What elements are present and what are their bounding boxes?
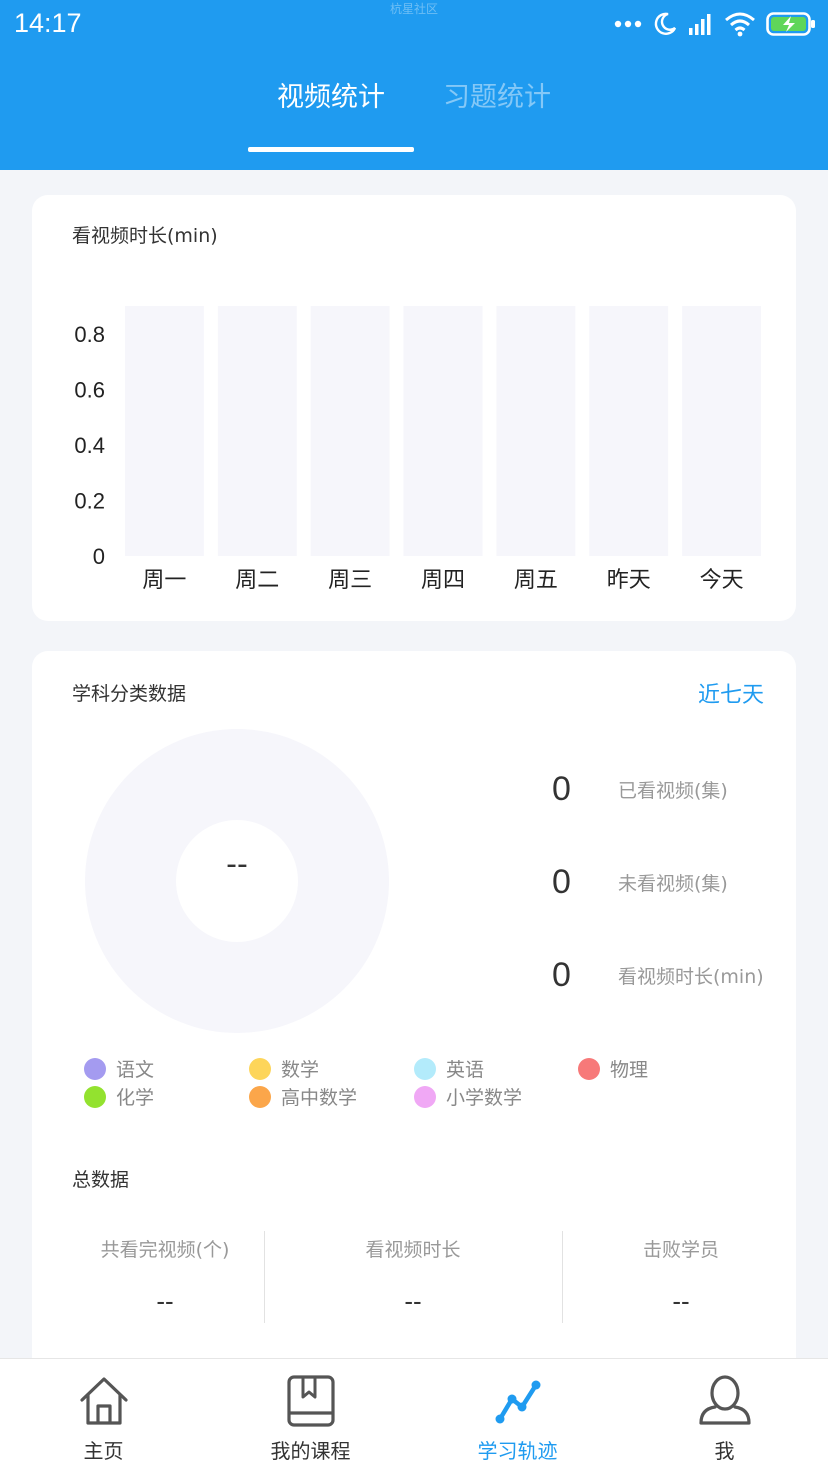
- y-tick-label: 0: [93, 544, 105, 569]
- y-tick-label: 0.2: [74, 488, 105, 513]
- app-header: 14:17 杭星社区 视频统计 习题统计: [0, 0, 828, 170]
- divider: [562, 1231, 563, 1323]
- bottom-nav: 主页 我的课程 学习轨迹 我: [0, 1358, 828, 1472]
- total-students-beaten: 击败学员 --: [568, 1227, 794, 1323]
- stats-tabs: 视频统计 习题统计: [0, 76, 828, 166]
- moon-icon: [652, 11, 678, 37]
- nav-label: 我: [714, 1439, 735, 1463]
- legend-item-math: 数学: [249, 1055, 319, 1082]
- x-tick-label: 周二: [235, 567, 279, 592]
- x-tick-label: 今天: [700, 567, 744, 592]
- trend-icon: [490, 1373, 546, 1433]
- legend-label: 英语: [446, 1059, 485, 1081]
- x-tick-label: 周一: [142, 567, 186, 592]
- legend-item-english: 英语: [414, 1055, 484, 1082]
- total-label: 看视频时长: [365, 1239, 461, 1261]
- total-videos-completed: 共看完视频(个) --: [52, 1227, 278, 1323]
- legend-dot: [414, 1085, 436, 1108]
- stat-value: 0: [552, 862, 571, 901]
- stat-watched-videos: 0 已看视频(集): [552, 764, 728, 814]
- y-tick-label: 0.4: [74, 433, 105, 458]
- bar-track: [403, 306, 483, 556]
- nav-label: 主页: [83, 1439, 124, 1463]
- x-tick-label: 昨天: [607, 567, 651, 592]
- more-dots-icon: [614, 19, 642, 29]
- subject-data-title: 学科分类数据: [72, 683, 187, 705]
- total-value: --: [404, 1286, 422, 1316]
- legend-label: 小学数学: [446, 1087, 523, 1109]
- watch-time-bar-chart: 周一 周二 周三 周四 周五 昨天 今天 0 0.2 0.4 0.6 0.8: [74, 306, 762, 592]
- legend-dot: [84, 1057, 106, 1080]
- y-tick-label: 0.6: [74, 377, 105, 402]
- nav-me[interactable]: 我: [621, 1359, 828, 1472]
- tab-exercise-stats[interactable]: 习题统计: [430, 76, 564, 126]
- stat-label: 已看视频(集): [618, 779, 728, 802]
- stat-label: 看视频时长(min): [618, 965, 764, 988]
- divider: [264, 1231, 265, 1323]
- legend-dot: [249, 1085, 271, 1108]
- legend-dot: [249, 1057, 271, 1080]
- y-tick-label: 0.8: [74, 322, 105, 347]
- book-icon: [283, 1373, 339, 1433]
- x-tick-label: 周五: [514, 567, 558, 592]
- nav-label: 我的课程: [270, 1439, 351, 1463]
- stat-value: 0: [552, 955, 571, 994]
- watch-time-card: 看视频时长(min) 周一 周二 周三 周四 周五 昨天 今天 0 0.2 0.4 0.6 0.8: [32, 195, 796, 621]
- user-icon: [697, 1373, 753, 1433]
- stat-label: 未看视频(集): [618, 872, 728, 895]
- bar-track: [682, 306, 762, 556]
- bar-track: [589, 306, 669, 556]
- range-select-link[interactable]: 近七天: [698, 677, 764, 709]
- status-bar: 14:17 杭星社区: [0, 0, 828, 50]
- home-icon: [76, 1373, 132, 1433]
- x-tick-label: 周四: [421, 567, 465, 592]
- tab-video-stats[interactable]: 视频统计: [248, 76, 414, 126]
- stat-value: 0: [552, 769, 571, 808]
- nav-label: 学习轨迹: [477, 1439, 558, 1463]
- nav-learning-track[interactable]: 学习轨迹: [414, 1359, 621, 1472]
- donut-center-value: --: [226, 847, 248, 882]
- bar-track: [124, 306, 204, 556]
- bar-track: [310, 306, 390, 556]
- legend-label: 语文: [116, 1059, 155, 1081]
- legend-item-high-school-math: 高中数学: [249, 1083, 357, 1110]
- active-tab-indicator: [248, 147, 414, 152]
- legend-label: 物理: [610, 1059, 649, 1081]
- nav-my-courses[interactable]: 我的课程: [207, 1359, 414, 1472]
- totals-title: 总数据: [72, 1169, 130, 1191]
- status-icons: [614, 10, 816, 38]
- signal-icon: [688, 12, 714, 36]
- legend-item-chinese: 语文: [84, 1055, 154, 1082]
- stat-watch-duration: 0 看视频时长(min): [552, 950, 764, 1000]
- total-watch-duration: 看视频时长 --: [300, 1227, 526, 1323]
- legend-item-primary-math: 小学数学: [414, 1083, 522, 1110]
- legend-dot: [84, 1085, 106, 1108]
- wifi-icon: [724, 11, 756, 37]
- legend-label: 高中数学: [281, 1087, 358, 1109]
- subject-data-card: 学科分类数据 近七天 -- 0 已看视频(集) 0 未看视频(集) 0 看视频时…: [32, 651, 796, 1411]
- legend-label: 数学: [281, 1059, 320, 1081]
- x-tick-label: 周三: [328, 567, 372, 592]
- totals-section: 共看完视频(个) -- 看视频时长 -- 击败学员 --: [32, 1227, 796, 1347]
- legend-item-physics: 物理: [578, 1055, 648, 1082]
- battery-charging-icon: [766, 12, 816, 36]
- total-label: 击败学员: [642, 1239, 719, 1261]
- total-label: 共看完视频(个): [100, 1239, 230, 1261]
- bar-track: [217, 306, 297, 556]
- nav-home[interactable]: 主页: [0, 1359, 207, 1472]
- legend-dot: [414, 1057, 436, 1080]
- legend-dot: [578, 1057, 600, 1080]
- bar-track: [496, 306, 576, 556]
- legend-item-chemistry: 化学: [84, 1083, 154, 1110]
- total-value: --: [672, 1286, 690, 1316]
- legend-label: 化学: [116, 1087, 155, 1109]
- stat-unwatched-videos: 0 未看视频(集): [552, 857, 728, 907]
- total-value: --: [156, 1286, 174, 1316]
